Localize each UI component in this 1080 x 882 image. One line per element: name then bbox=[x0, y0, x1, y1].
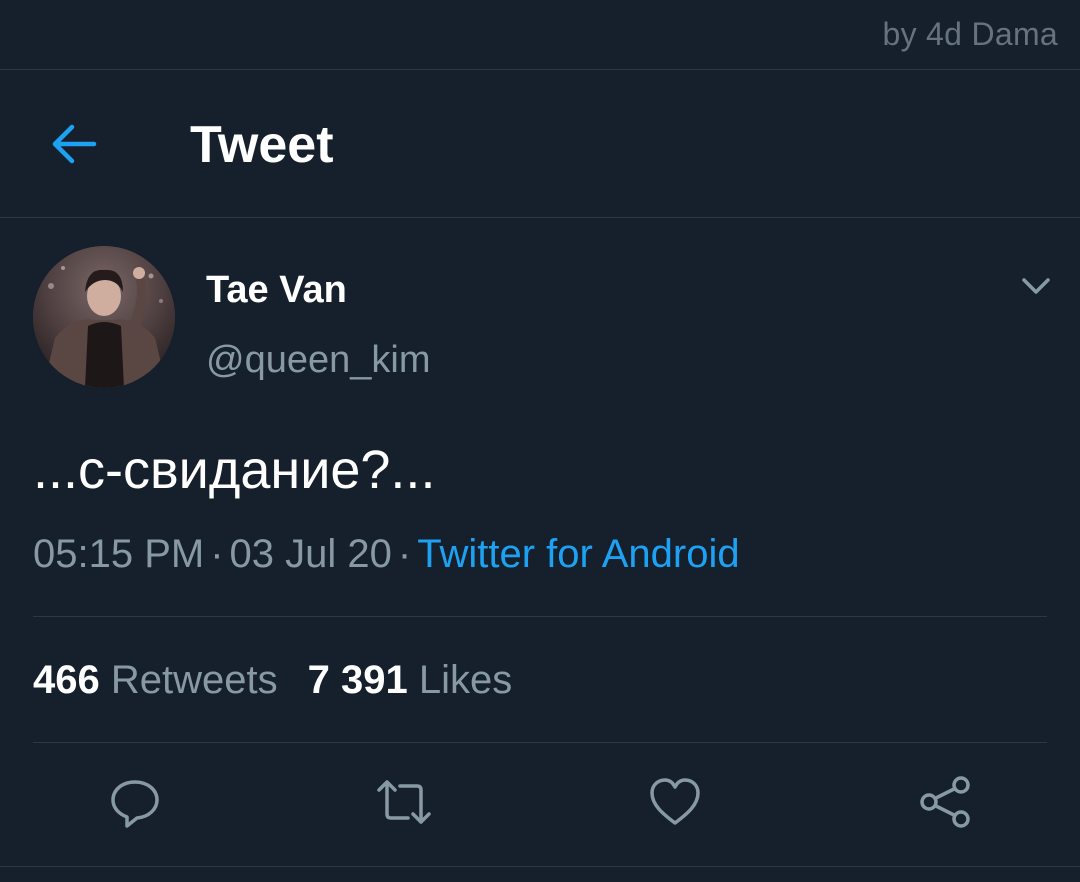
more-options-button[interactable] bbox=[1016, 266, 1056, 306]
tweet-time: 05:15 PM bbox=[33, 532, 205, 576]
share-button[interactable] bbox=[917, 774, 973, 830]
divider bbox=[0, 866, 1080, 867]
reply-button[interactable] bbox=[107, 774, 163, 830]
meta-separator: · bbox=[397, 532, 412, 576]
like-button[interactable] bbox=[647, 774, 703, 830]
divider bbox=[33, 616, 1047, 617]
divider bbox=[33, 742, 1047, 743]
header-bar: Tweet bbox=[0, 70, 1080, 218]
meta-separator: · bbox=[210, 532, 224, 576]
likes-count: 7 391 bbox=[307, 658, 408, 702]
watermark: by 4d Dama bbox=[882, 16, 1058, 52]
retweets-stat[interactable]: 466 Retweets bbox=[33, 658, 278, 702]
arrow-left-icon bbox=[52, 124, 97, 164]
chevron-down-icon bbox=[1022, 278, 1050, 294]
retweet-button[interactable] bbox=[376, 774, 432, 830]
speech-bubble-icon bbox=[111, 780, 159, 828]
retweet-icon bbox=[377, 780, 431, 824]
page-title: Tweet bbox=[190, 116, 334, 174]
tweet-meta: 05:15 PM · 03 Jul 20 · Twitter for Android bbox=[33, 528, 740, 580]
tweet-text: ...с-свидание?... bbox=[33, 440, 436, 500]
share-icon bbox=[920, 776, 970, 828]
heart-icon bbox=[650, 778, 700, 825]
avatar-image bbox=[33, 246, 175, 388]
tweet-date: 03 Jul 20 bbox=[229, 532, 392, 576]
tweet-stats: 466 Retweets 7 391 Likes bbox=[33, 654, 512, 706]
avatar[interactable] bbox=[33, 246, 175, 388]
retweets-count: 466 bbox=[33, 658, 100, 702]
top-strip: by 4d Dama bbox=[0, 0, 1080, 70]
likes-stat[interactable]: 7 391 Likes bbox=[308, 658, 513, 702]
retweets-label: Retweets bbox=[110, 658, 278, 702]
back-button[interactable] bbox=[44, 114, 104, 174]
tweet-source-link[interactable]: Twitter for Android bbox=[417, 532, 739, 576]
likes-label: Likes bbox=[418, 658, 513, 702]
author-name[interactable]: Tae Van bbox=[206, 266, 347, 314]
author-handle[interactable]: @queen_kim bbox=[206, 336, 430, 384]
